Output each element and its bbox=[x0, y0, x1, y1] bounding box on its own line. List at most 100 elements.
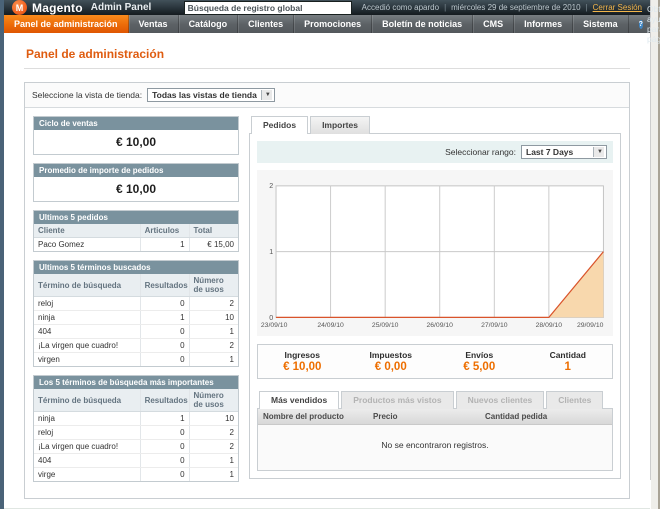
search-term-row: virgen 0 1 bbox=[34, 353, 238, 367]
range-label: Seleccionar rango: bbox=[445, 147, 516, 157]
grid-tab: Clientes bbox=[546, 391, 603, 409]
results-cell: 0 bbox=[140, 454, 189, 468]
nav-item[interactable]: Sistema bbox=[573, 15, 629, 33]
column-header: Nombre del producto bbox=[258, 409, 368, 425]
logout-link[interactable]: Cerrar Sesión bbox=[593, 3, 642, 12]
top-search-terms-box: Los 5 términos de búsqueda más important… bbox=[33, 375, 239, 482]
search-term-row: ninja 1 10 bbox=[34, 311, 238, 325]
term-cell: ¡La virgen que cuadro! bbox=[34, 440, 140, 454]
chart-tab[interactable]: Pedidos bbox=[251, 116, 308, 134]
store-switcher: Seleccione la vista de tienda: Todas las… bbox=[25, 83, 629, 108]
search-term-row: virge 0 1 bbox=[34, 468, 238, 482]
right-column: PedidosImportes Seleccionar rango: Last … bbox=[249, 116, 621, 490]
last-search-terms-box: Ultimos 5 términos buscados Término de b… bbox=[33, 260, 239, 367]
uses-cell: 10 bbox=[189, 311, 238, 325]
help-icon: ? bbox=[639, 20, 643, 29]
stat-label: Ingresos bbox=[258, 350, 347, 360]
left-column: Ciclo de ventas € 10,00 Promedio de impo… bbox=[33, 116, 239, 490]
stat-value: € 0,00 bbox=[347, 361, 436, 373]
range-value: Last 7 Days bbox=[526, 147, 573, 157]
last-search-terms-table: Término de búsquedaResultadosNúmero de u… bbox=[34, 274, 238, 366]
dashboard-container: Seleccione la vista de tienda: Todas las… bbox=[24, 82, 630, 499]
term-cell: reloj bbox=[34, 426, 140, 440]
search-term-row: reloj 0 2 bbox=[34, 426, 238, 440]
nav-item[interactable]: Catálogo bbox=[179, 15, 239, 33]
results-cell: 0 bbox=[140, 339, 189, 353]
table-header-row: Nombre del productoPrecioCantidad pedida bbox=[258, 409, 612, 425]
search-term-row: 404 0 1 bbox=[34, 454, 238, 468]
page-title: Panel de administración bbox=[24, 43, 630, 69]
results-cell: 1 bbox=[140, 311, 189, 325]
order-row[interactable]: Paco Gomez 1 € 15,00 bbox=[34, 238, 238, 252]
column-header: Articulos bbox=[140, 224, 189, 238]
box-title: Ultimos 5 pedidos bbox=[34, 211, 238, 224]
column-header: Precio bbox=[368, 409, 480, 425]
search-term-row: ¡La virgen que cuadro! 0 2 bbox=[34, 339, 238, 353]
nav-item[interactable]: Panel de administración bbox=[4, 15, 129, 33]
term-cell: ninja bbox=[34, 311, 140, 325]
stat-item: Ingresos € 10,00 bbox=[258, 350, 347, 373]
items-cell: 1 bbox=[140, 238, 189, 252]
results-cell: 0 bbox=[140, 353, 189, 367]
term-cell: ninja bbox=[34, 412, 140, 426]
magento-logo[interactable]: M Magento Admin Panel bbox=[12, 0, 151, 15]
dashboard-columns: Ciclo de ventas € 10,00 Promedio de impo… bbox=[25, 108, 629, 498]
nav-item[interactable]: Boletín de noticias bbox=[372, 15, 473, 33]
nav-item[interactable]: Clientes bbox=[238, 15, 294, 33]
bestsellers-grid: Nombre del productoPrecioCantidad pedida… bbox=[257, 408, 613, 471]
range-bar: Seleccionar rango: Last 7 Days ▼ bbox=[257, 141, 613, 163]
range-select[interactable]: Last 7 Days ▼ bbox=[521, 145, 607, 159]
column-header: Cantidad pedida bbox=[480, 409, 612, 425]
uses-cell: 1 bbox=[189, 468, 238, 482]
stat-label: Impuestos bbox=[347, 350, 436, 360]
empty-message: No se encontraron registros. bbox=[258, 425, 612, 471]
term-cell: virgen bbox=[34, 353, 140, 367]
svg-text:25/09/10: 25/09/10 bbox=[372, 322, 399, 329]
nav-item[interactable]: Promociones bbox=[294, 15, 372, 33]
svg-text:29/09/10: 29/09/10 bbox=[577, 322, 604, 329]
box-title: Ciclo de ventas bbox=[34, 117, 238, 130]
svg-text:23/09/10: 23/09/10 bbox=[261, 322, 288, 329]
search-term-row: ¡La virgen que cuadro! 0 2 bbox=[34, 440, 238, 454]
empty-row: No se encontraron registros. bbox=[258, 425, 612, 471]
column-header: Número de usos bbox=[189, 389, 238, 412]
customer-cell: Paco Gomez bbox=[34, 238, 140, 252]
table-header-row: Término de búsquedaResultadosNúmero de u… bbox=[34, 274, 238, 297]
store-switcher-value: Todas las vistas de tienda bbox=[152, 90, 257, 100]
svg-text:0: 0 bbox=[269, 314, 273, 322]
page-inner: M Magento Admin Panel Accedió como apard… bbox=[4, 0, 651, 480]
last-orders-table: ClienteArticulosTotal Paco Gomez 1 € 15,… bbox=[34, 224, 238, 251]
nav-item[interactable]: CMS bbox=[473, 15, 514, 33]
content-area: Panel de administración Seleccione la vi… bbox=[4, 33, 650, 499]
uses-cell: 1 bbox=[189, 353, 238, 367]
bestsellers-table: Nombre del productoPrecioCantidad pedida… bbox=[258, 409, 612, 470]
app-title: Admin Panel bbox=[91, 2, 152, 13]
sales-cycle-box: Ciclo de ventas € 10,00 bbox=[33, 116, 239, 155]
stat-label: Envíos bbox=[435, 350, 524, 360]
global-search-input[interactable] bbox=[184, 1, 352, 15]
grid-tab[interactable]: Más vendidos bbox=[259, 391, 339, 409]
chevron-down-icon: ▼ bbox=[261, 90, 272, 100]
results-cell: 1 bbox=[140, 412, 189, 426]
nav-item[interactable]: Informes bbox=[514, 15, 573, 33]
help-link[interactable]: ? Obtener ayuda para esta página bbox=[629, 15, 660, 33]
table-header-row: Término de búsquedaResultadosNúmero de u… bbox=[34, 389, 238, 412]
stat-label: Cantidad bbox=[524, 350, 613, 360]
last-orders-box: Ultimos 5 pedidos ClienteArticulosTotal … bbox=[33, 210, 239, 252]
store-switcher-label: Seleccione la vista de tienda: bbox=[32, 90, 142, 100]
separator: | bbox=[586, 3, 588, 12]
chart-tab[interactable]: Importes bbox=[310, 116, 370, 134]
uses-cell: 2 bbox=[189, 426, 238, 440]
chart-panel: Seleccionar rango: Last 7 Days ▼ 01223/0… bbox=[249, 133, 621, 479]
search-term-row: reloj 0 2 bbox=[34, 297, 238, 311]
stat-item: Cantidad 1 bbox=[524, 350, 613, 373]
term-cell: virge bbox=[34, 468, 140, 482]
svg-text:26/09/10: 26/09/10 bbox=[426, 322, 453, 329]
nav-item[interactable]: Ventas bbox=[129, 15, 179, 33]
chevron-down-icon: ▼ bbox=[593, 147, 604, 157]
current-date: miércoles 29 de septiembre de 2010 bbox=[451, 3, 580, 12]
stat-value: € 10,00 bbox=[258, 361, 347, 373]
orders-area-chart: 01223/09/1024/09/1025/09/1026/09/1027/09… bbox=[259, 174, 611, 334]
uses-cell: 2 bbox=[189, 440, 238, 454]
store-switcher-select[interactable]: Todas las vistas de tienda ▼ bbox=[147, 88, 275, 102]
